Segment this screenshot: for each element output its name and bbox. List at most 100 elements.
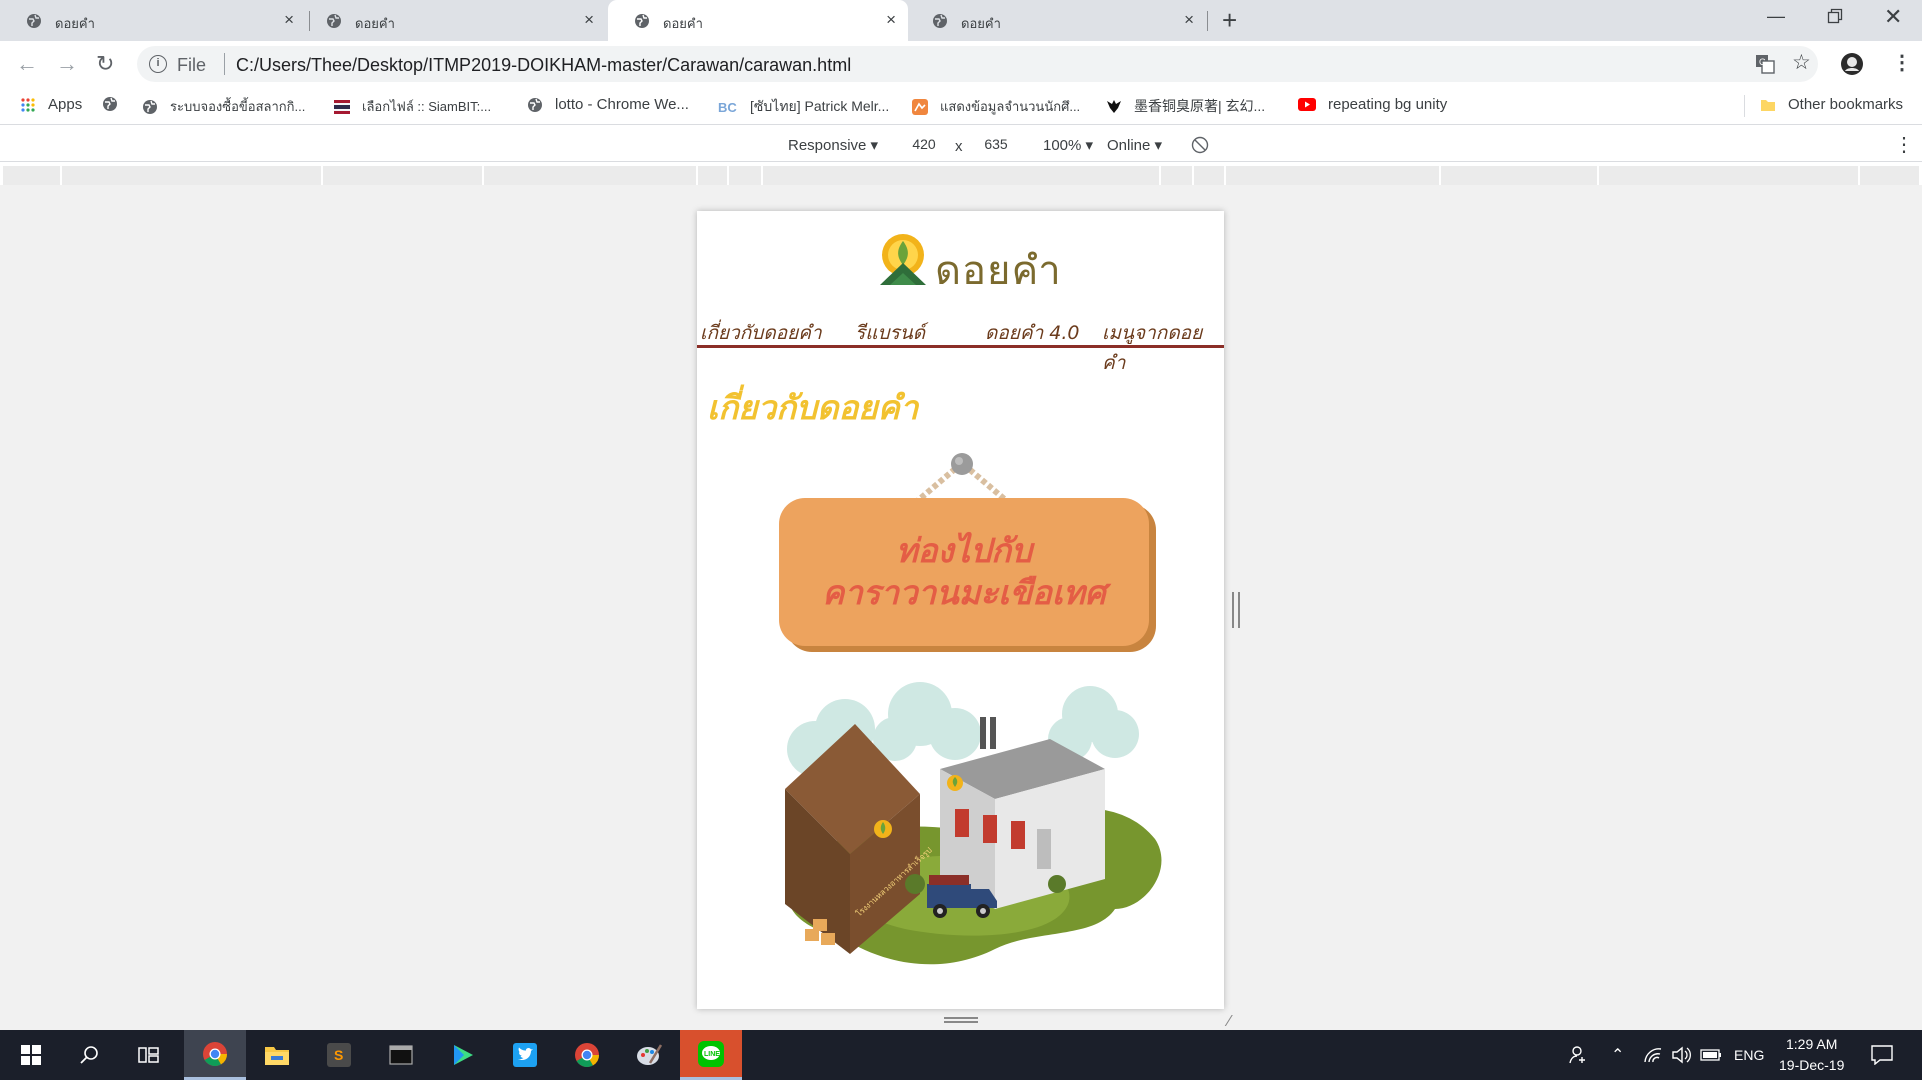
bookmark-item[interactable]: BC [ซับไทย] Patrick Melr... [718, 96, 889, 118]
bookmark-item[interactable]: lotto - Chrome We... [527, 96, 689, 113]
people-icon[interactable] [1566, 1045, 1586, 1065]
svg-text:G: G [1759, 57, 1766, 67]
minimize-icon[interactable]: — [1767, 6, 1785, 27]
clock-date[interactable]: 19-Dec-19 [1779, 1057, 1844, 1073]
nav-doikham-4[interactable]: ดอยคำ 4.0 [985, 318, 1080, 348]
url-text[interactable]: C:/Users/Thee/Desktop/ITMP2019-DOIKHAM-m… [236, 55, 851, 76]
media-query-segment[interactable] [1226, 166, 1439, 185]
media-query-segment[interactable] [62, 166, 321, 185]
clock-time[interactable]: 1:29 AM [1786, 1036, 1837, 1052]
new-tab-button[interactable]: + [1222, 5, 1237, 36]
bookmark-globe[interactable] [102, 96, 130, 112]
translate-icon[interactable]: G [1755, 54, 1775, 74]
tab-title: ดอยคำ [663, 16, 703, 31]
address-bar[interactable]: i File C:/Users/Thee/Desktop/ITMP2019-DO… [137, 46, 1818, 82]
thai-flag-icon [334, 99, 350, 114]
device-more-icon[interactable]: ⋮ [1894, 132, 1914, 157]
wifi-icon[interactable] [1643, 1046, 1663, 1064]
menu-kebab-icon[interactable]: ⋮ [1892, 50, 1912, 75]
bookmark-label: ระบบจองซื้อขี้อสลากกิ... [170, 99, 306, 114]
chrome-icon[interactable] [184, 1030, 246, 1080]
youtube-icon [1298, 97, 1316, 111]
network-select-label: Online [1107, 137, 1151, 154]
width-input[interactable]: 420 [899, 132, 949, 156]
search-icon[interactable] [58, 1030, 120, 1080]
globe-icon [635, 14, 649, 28]
nav-rebrand[interactable]: รีแบรนด์ [855, 318, 925, 348]
browser-tab[interactable]: ดอยคำ × [906, 0, 1206, 41]
bookmark-item[interactable]: repeating bg unity [1298, 96, 1447, 113]
bookmark-label: แสดงข้อมูลจำนวนนักศึ... [940, 99, 1081, 114]
battery-icon[interactable] [1700, 1049, 1722, 1061]
tab-close-icon[interactable]: × [284, 10, 294, 30]
sublime-text-icon[interactable]: S [308, 1030, 370, 1080]
nav-about[interactable]: เกี่ยวกับดอยคำ [700, 318, 822, 348]
globe-icon [143, 99, 157, 114]
media-query-segment[interactable] [1599, 166, 1858, 185]
media-query-segment[interactable] [1194, 166, 1224, 185]
browser-toolbar: ← → ↻ i File C:/Users/Thee/Desktop/ITMP2… [0, 41, 1922, 87]
globe-icon [327, 14, 341, 28]
reload-icon[interactable]: ↻ [96, 51, 114, 77]
bookmark-item[interactable]: ระบบจองซื้อขี้อสลากกิ... [142, 96, 305, 117]
logo-text[interactable]: ดอยคำ [935, 238, 1062, 302]
line-icon[interactable]: LINE [680, 1030, 742, 1080]
viewport-resize-handle-bottom[interactable] [944, 1017, 978, 1023]
bookmark-label: Apps [48, 96, 83, 113]
device-select[interactable]: Responsive ▾ [788, 136, 878, 154]
media-query-segment[interactable] [1441, 166, 1597, 185]
viewport-resize-handle-corner[interactable]: ∕ [1228, 1013, 1231, 1031]
task-view-icon[interactable] [118, 1030, 180, 1080]
language-indicator[interactable]: ENG [1734, 1047, 1764, 1063]
media-query-segment[interactable] [1860, 166, 1919, 185]
windows-start-icon[interactable] [0, 1030, 62, 1080]
media-query-segment[interactable] [698, 166, 727, 185]
bookmark-apps[interactable]: Apps [20, 96, 82, 113]
file-explorer-icon[interactable] [246, 1030, 308, 1080]
chrome-icon[interactable] [556, 1030, 618, 1080]
tab-close-icon[interactable]: × [584, 10, 594, 30]
height-input[interactable]: 635 [971, 132, 1021, 156]
twitter-icon[interactable] [494, 1030, 556, 1080]
profile-avatar-icon[interactable] [1840, 52, 1864, 76]
media-query-segment[interactable] [3, 166, 60, 185]
close-window-icon[interactable]: ✕ [1884, 4, 1902, 30]
factory-illustration: โรงงานหลวงอาหารสำเร็จรูป [785, 682, 1162, 965]
nav-menu[interactable]: เมนูจากดอยคำ [1102, 318, 1224, 378]
bookmark-label: เลือกไฟล์ :: SiamBIT:... [362, 99, 492, 114]
tab-close-icon[interactable]: × [1184, 10, 1194, 30]
bookmark-item[interactable]: เลือกไฟล์ :: SiamBIT:... [334, 96, 491, 117]
network-select[interactable]: Online ▾ [1107, 136, 1162, 154]
notifications-icon[interactable] [1871, 1045, 1893, 1065]
browser-tab[interactable]: ดอยคำ × [0, 0, 306, 41]
svg-text:S: S [334, 1047, 343, 1063]
black-bird-icon [1107, 100, 1121, 113]
media-query-segment[interactable] [729, 166, 761, 185]
viewport-resize-handle-right[interactable] [1232, 592, 1240, 628]
volume-icon[interactable] [1671, 1046, 1691, 1064]
bookmark-star-icon[interactable]: ☆ [1792, 50, 1811, 75]
media-query-segment[interactable] [323, 166, 482, 185]
tray-chevron-icon[interactable]: ⌃ [1611, 1045, 1624, 1065]
device-toolbar: Responsive ▾ 420 x 635 100% ▾ Online ▾ ⋮ [0, 124, 1922, 162]
browser-tab[interactable]: ดอยคำ × [300, 0, 606, 41]
caravan-sign[interactable]: ท่องไปกับ คาราวานมะเขือเทศ [779, 498, 1149, 646]
site-info-icon[interactable]: i [149, 55, 167, 73]
restore-icon[interactable] [1827, 8, 1843, 29]
media-query-segment[interactable] [484, 166, 696, 185]
back-icon[interactable]: ← [16, 51, 38, 77]
zoom-select[interactable]: 100% ▾ [1043, 136, 1093, 154]
bookmark-item[interactable]: 墨香铜臭原著| 玄幻... [1106, 96, 1265, 116]
media-player-icon[interactable] [432, 1030, 494, 1080]
bookmark-other[interactable]: Other bookmarks [1760, 96, 1903, 113]
forward-icon[interactable]: → [56, 51, 78, 77]
globe-icon [27, 14, 41, 28]
paint-icon[interactable] [618, 1030, 680, 1080]
browser-tab-active[interactable]: ดอยคำ × [608, 0, 908, 41]
rotate-icon[interactable] [1191, 136, 1209, 154]
media-query-segment[interactable] [763, 166, 1159, 185]
media-query-segment[interactable] [1161, 166, 1192, 185]
terminal-icon[interactable] [370, 1030, 432, 1080]
tab-close-icon[interactable]: × [886, 10, 896, 30]
bookmark-item[interactable]: แสดงข้อมูลจำนวนนักศึ... [912, 96, 1080, 117]
